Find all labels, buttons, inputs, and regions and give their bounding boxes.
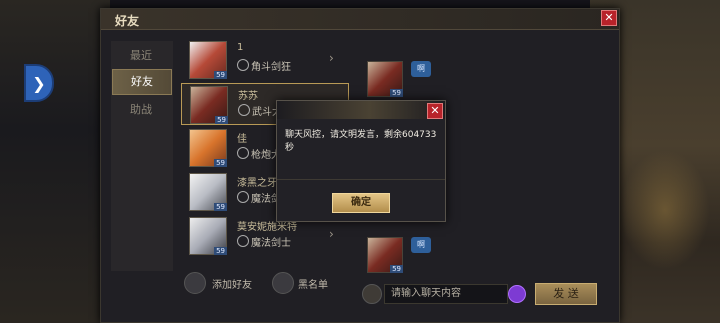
level-badge: 59 <box>215 116 228 124</box>
level-badge: 59 <box>214 203 227 211</box>
chat-input[interactable]: 请输入聊天内容 <box>384 284 508 304</box>
class-icon <box>237 147 249 159</box>
dialog-message: 聊天风控，请文明发言，剩余604733秒 <box>285 130 437 153</box>
emoji-icon[interactable] <box>508 285 526 303</box>
blacklist-button[interactable]: 黑名单 <box>298 276 328 291</box>
class-icon <box>237 59 249 71</box>
send-button[interactable]: 发 送 <box>535 283 597 305</box>
confirm-button[interactable]: 确定 <box>332 193 390 213</box>
avatar: 59 <box>189 129 227 167</box>
level-badge: 59 <box>214 247 227 255</box>
background-left <box>0 0 110 323</box>
class-icon <box>237 191 249 203</box>
divider <box>277 179 445 180</box>
add-friend-icon[interactable] <box>184 272 206 294</box>
dialog-header <box>277 101 445 119</box>
friend-name: 佳 <box>237 134 247 145</box>
level-badge: 59 <box>390 89 403 97</box>
avatar: 59 <box>189 173 227 211</box>
level-badge: 59 <box>390 265 403 273</box>
tab-recent[interactable]: 最近 <box>112 43 170 69</box>
avatar: 59 <box>189 217 227 255</box>
chat-bubble: 啊 <box>411 237 431 253</box>
tab-assist[interactable]: 助战 <box>112 97 170 123</box>
friend-name: 1 <box>237 42 244 53</box>
sender-avatar: 59 <box>367 61 403 97</box>
friend-name: 苏苏 <box>238 91 258 102</box>
level-badge: 59 <box>214 71 227 79</box>
chevron-right-icon: › <box>329 51 334 65</box>
friend-row[interactable]: 59 1 角斗剑狂 › <box>181 39 347 79</box>
sender-avatar: 59 <box>367 237 403 273</box>
panel-title: 好友 <box>115 14 140 28</box>
panel-close-button[interactable]: ✕ <box>601 10 617 26</box>
panel-header <box>101 9 619 30</box>
friend-class: 魔法剑士 <box>251 238 291 249</box>
chevron-right-icon: ❯ <box>32 73 46 93</box>
blacklist-icon[interactable] <box>272 272 294 294</box>
avatar: 59 <box>190 86 228 124</box>
chevron-right-icon: › <box>329 227 334 241</box>
dialog-close-button[interactable]: ✕ <box>427 103 443 119</box>
class-icon <box>237 235 249 247</box>
add-friend-button[interactable]: 添加好友 <box>212 276 252 291</box>
friend-name: 漆黑之牙 <box>237 178 277 189</box>
avatar: 59 <box>189 41 227 79</box>
friend-class: 角斗剑狂 <box>251 62 291 73</box>
chat-bubble: 啊 <box>411 61 431 77</box>
tab-friends[interactable]: 好友 <box>112 69 172 95</box>
level-badge: 59 <box>214 159 227 167</box>
warning-dialog: ✕ 聊天风控，请文明发言，剩余604733秒 确定 <box>276 100 446 222</box>
class-icon <box>238 104 250 116</box>
trash-icon[interactable] <box>362 284 382 304</box>
